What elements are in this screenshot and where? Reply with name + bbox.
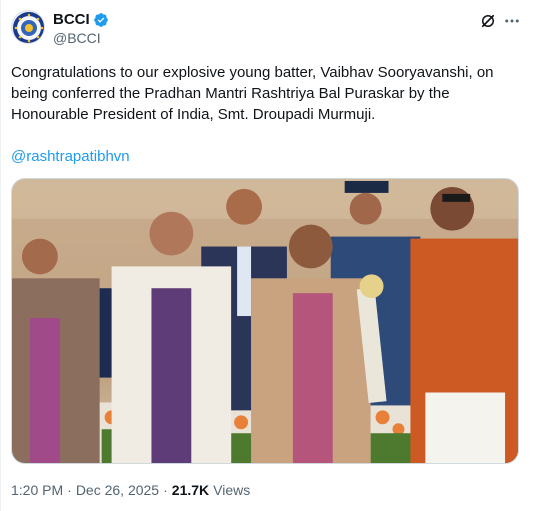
avatar[interactable] (11, 10, 45, 44)
display-name-row: BCCI (53, 11, 109, 28)
meta-separator: · (67, 482, 72, 498)
display-name[interactable]: BCCI (53, 11, 90, 28)
handle[interactable]: @BCCI (53, 30, 109, 46)
author-names: BCCI @BCCI (53, 11, 109, 46)
tweet-meta: 1:20 PM · Dec 26, 2025 · 21.7K Views (11, 482, 250, 498)
mention-link[interactable]: @rashtrapatibhvn (11, 146, 130, 167)
tweet-time[interactable]: 1:20 PM (11, 482, 63, 498)
tweet-date[interactable]: Dec 26, 2025 (76, 482, 159, 498)
tweet-photo[interactable] (11, 178, 519, 464)
bcci-logo-icon (13, 12, 44, 43)
tweet-text: Congratulations to our explosive young b… (11, 64, 494, 123)
views-count: 21.7K (171, 482, 210, 498)
grok-icon[interactable] (479, 12, 497, 30)
award-ceremony-photo (12, 179, 518, 463)
meta-separator-2: · (163, 482, 168, 498)
more-dots-icon[interactable] (503, 12, 521, 30)
views-label: Views (213, 482, 251, 498)
verified-badge-icon (93, 12, 108, 27)
tweet-card: BCCI @BCCI Congratulations to our explos… (0, 0, 537, 511)
